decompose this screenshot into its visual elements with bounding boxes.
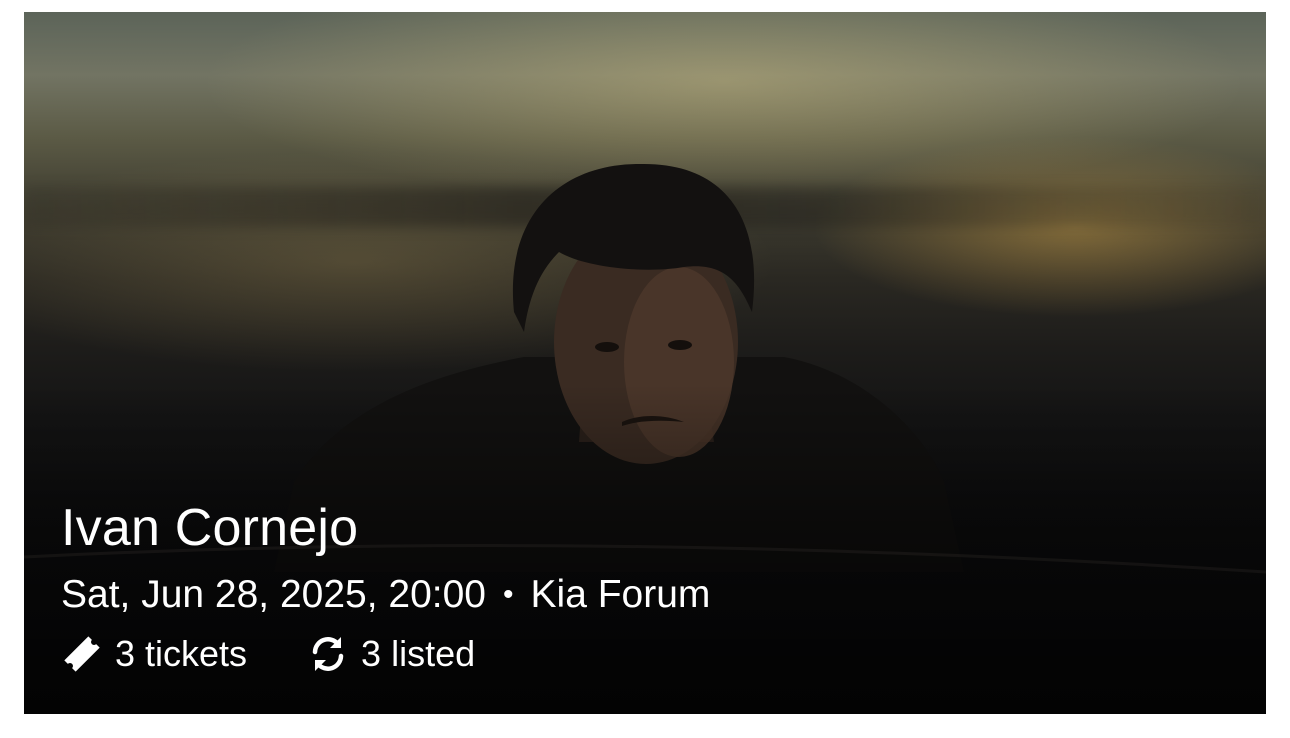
tickets-label: 3 tickets [115,633,248,674]
ticket-icon [61,633,103,675]
event-subtitle: Sat, Jun 28, 2025, 20:00 • Kia Forum [61,570,710,620]
event-card[interactable]: Ivan Cornejo Sat, Jun 28, 2025, 20:00 • … [24,12,1266,714]
listed-label: 3 listed [361,633,476,674]
event-meta: 3 tickets 3 listed [61,632,710,676]
subtitle-separator: • [503,578,514,611]
event-info: Ivan Cornejo Sat, Jun 28, 2025, 20:00 • … [61,496,710,676]
event-date-time: Sat, Jun 28, 2025, 20:00 [61,573,487,616]
tickets-count: 3 tickets [61,632,247,676]
listed-count: 3 listed [307,632,475,676]
event-title: Ivan Cornejo [61,499,359,557]
refresh-icon [307,633,349,675]
event-venue: Kia Forum [530,573,711,616]
